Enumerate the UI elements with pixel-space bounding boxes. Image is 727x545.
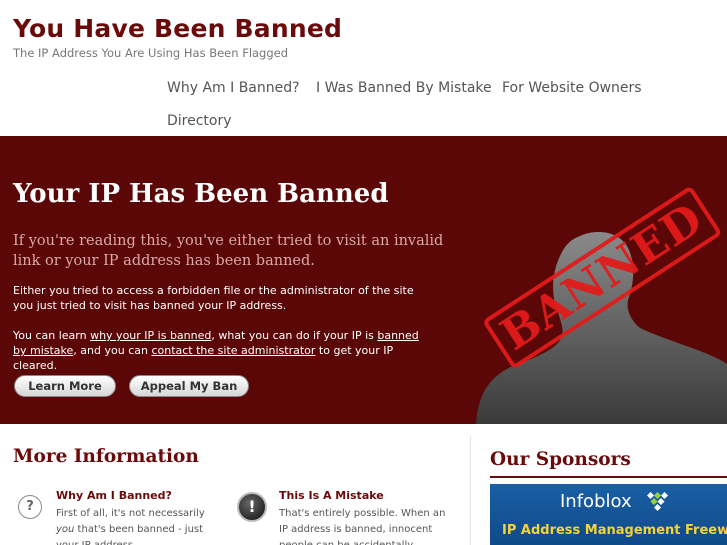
card-text-part-2: that's been banned - just your IP addres… xyxy=(56,524,204,545)
contact-admin-link[interactable]: contact the site administrator xyxy=(151,344,315,357)
hero-lead: If you're reading this, you've either tr… xyxy=(13,233,444,269)
question-icon: ? xyxy=(18,495,42,519)
hero-paragraph-1: Either you tried to access a forbidden f… xyxy=(13,284,414,312)
hero-banner: Your IP Has Been Banned If you're readin… xyxy=(0,136,727,424)
card-text-emphasis: you xyxy=(56,524,75,535)
hero-p2-text-2: , what you can do if your IP is xyxy=(211,329,378,342)
appeal-ban-button[interactable]: Appeal My Ban xyxy=(129,375,249,397)
card-text-part-1: First of all, it's not necessarily xyxy=(56,508,205,519)
ad-brand: Infoblox xyxy=(560,491,632,512)
card-title[interactable]: Why Am I Banned? xyxy=(56,489,172,502)
ad-tagline: IP Address Management Freeware xyxy=(502,523,727,538)
hero-p2-text-1: You can learn xyxy=(13,329,91,342)
card-text: That's entirely possible. When an IP add… xyxy=(279,508,446,545)
nav-website-owners[interactable]: For Website Owners xyxy=(502,80,642,96)
sponsors-rule xyxy=(490,476,727,478)
more-information-heading: More Information xyxy=(13,446,199,467)
nav-directory[interactable]: Directory xyxy=(167,113,232,129)
card-title[interactable]: This Is A Mistake xyxy=(279,489,384,502)
nav-why-banned[interactable]: Why Am I Banned? xyxy=(167,80,300,96)
sponsors-heading: Our Sponsors xyxy=(490,449,631,470)
site-title[interactable]: You Have Been Banned xyxy=(13,14,342,43)
hero-paragraph-2: You can learn why your IP is banned, wha… xyxy=(13,328,423,373)
hero-p2-text-3: , and you can xyxy=(73,344,152,357)
infoblox-logo-icon xyxy=(647,492,669,512)
hero-title: Your IP Has Been Banned xyxy=(13,179,389,209)
site-tagline: The IP Address You Are Using Has Been Fl… xyxy=(13,46,289,60)
main-nav: Why Am I Banned? I Was Banned By Mistake… xyxy=(0,70,727,136)
column-divider xyxy=(470,436,471,545)
exclamation-icon: ! xyxy=(237,492,267,522)
learn-more-button[interactable]: Learn More xyxy=(14,375,116,397)
why-banned-link[interactable]: why your IP is banned xyxy=(90,329,211,342)
nav-banned-by-mistake[interactable]: I Was Banned By Mistake xyxy=(316,80,492,96)
sponsor-ad[interactable]: Infoblox IP Address Management Freeware xyxy=(490,484,727,545)
card-text: First of all, it's not necessarily you t… xyxy=(56,506,224,545)
